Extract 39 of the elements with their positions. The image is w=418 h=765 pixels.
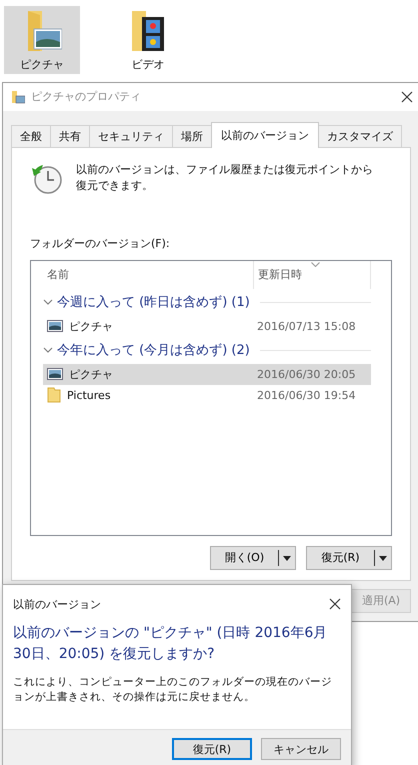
tab[interactable]: 全般 — [11, 124, 51, 147]
picture-icon — [47, 320, 63, 332]
tab[interactable]: カスタマイズ — [318, 124, 402, 147]
desktop-icon[interactable]: ピクチャ — [4, 6, 80, 74]
version-date: 2016/06/30 19:54 — [257, 388, 356, 402]
folder-picture-icon — [11, 90, 25, 104]
close-icon[interactable] — [401, 90, 413, 103]
group-header[interactable]: 今週に入って (昨日は含めず) (1) — [57, 293, 250, 312]
column-header[interactable]: 名前 — [43, 260, 254, 289]
version-name: ピクチャ — [69, 318, 113, 334]
split-button[interactable]: 復元(R) — [306, 546, 392, 570]
version-date: 2016/07/13 15:08 — [257, 320, 356, 333]
dialog-button[interactable]: 復元(R) — [172, 738, 252, 760]
dialog-title: 以前のバージョン — [13, 596, 102, 612]
chevron-icon[interactable] — [43, 297, 53, 308]
sort-caret-icon — [311, 262, 320, 267]
version-name: Pictures — [67, 388, 111, 402]
list-label: フォルダーのバージョン(F): — [30, 236, 171, 251]
version-date: 2016/06/30 20:05 — [257, 368, 356, 381]
version-row[interactable]: Pictures 2016/06/30 19:54 — [43, 384, 371, 406]
version-row[interactable]: ピクチャ 2016/06/30 20:05 — [43, 364, 371, 385]
desktop-icon-label: ビデオ — [132, 56, 164, 72]
version-row[interactable]: ピクチャ 2016/07/13 15:08 — [43, 316, 371, 337]
split-button[interactable]: 開く(O) — [210, 546, 296, 570]
desktop-icon[interactable]: ビデオ — [110, 6, 186, 74]
dialog-button[interactable]: キャンセル — [261, 738, 341, 760]
chevron-icon[interactable] — [43, 345, 53, 356]
version-name: ピクチャ — [69, 366, 113, 382]
confirm-message: これにより、コンピューター上のこのフォルダーの現在のバージョンが上書きされ、その操作は元に戻せません。 — [13, 675, 333, 704]
description-text: 以前のバージョンは、ファイル履歴または復元ポイントから復元できます。 — [76, 162, 374, 194]
folder-icon — [47, 387, 61, 404]
desktop-icon-label: ピクチャ — [20, 56, 64, 72]
column-header[interactable]: 更新日時 — [254, 260, 371, 289]
close-icon[interactable] — [329, 598, 341, 610]
picture-icon — [47, 368, 63, 380]
tab[interactable]: 以前のバージョン — [211, 122, 319, 148]
confirm-question: 以前のバージョンの "ピクチャ" (日時 2016年6月30日、20:05) を復元しますか? — [13, 624, 328, 664]
window-title: ピクチャのプロパティ — [31, 89, 142, 104]
group-header[interactable]: 今年に入って (今月は含めず) (2) — [57, 341, 250, 360]
